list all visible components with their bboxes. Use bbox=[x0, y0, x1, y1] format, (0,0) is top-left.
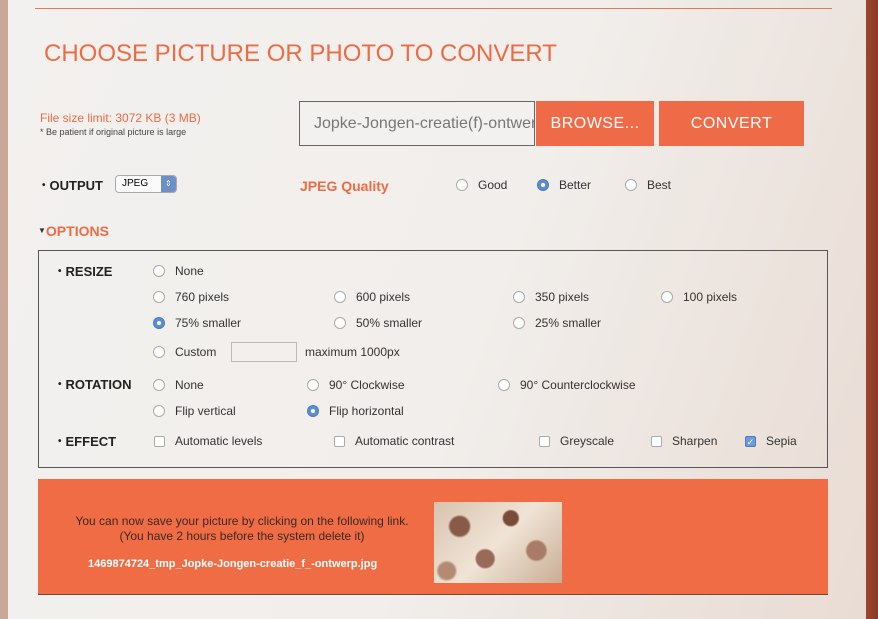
option-label: Custom bbox=[175, 345, 217, 359]
option-label: Good bbox=[478, 178, 508, 192]
radio[interactable] bbox=[625, 179, 637, 191]
options-toggle[interactable]: ▼OPTIONS bbox=[38, 223, 109, 239]
option-label: 90° Clockwise bbox=[329, 378, 405, 392]
file-size-limit: File size limit: 3072 KB (3 MB) bbox=[40, 111, 201, 125]
option-label: 50% smaller bbox=[356, 316, 423, 330]
radio[interactable] bbox=[513, 317, 525, 329]
file-input[interactable]: Jopke-Jongen-creatie(f)-ontwerp.jpg bbox=[299, 101, 535, 146]
radio[interactable] bbox=[498, 379, 510, 391]
options-label: OPTIONS bbox=[45, 223, 109, 239]
format-value: JPEG bbox=[122, 178, 149, 189]
radio[interactable] bbox=[513, 291, 525, 303]
resize-label: RESIZE bbox=[58, 264, 113, 279]
resize-25[interactable]: 25% smaller bbox=[513, 316, 601, 330]
option-label: Automatic levels bbox=[175, 434, 263, 448]
radio[interactable] bbox=[153, 379, 165, 391]
option-label: 25% smaller bbox=[535, 316, 602, 330]
resize-custom[interactable]: Custom bbox=[153, 345, 216, 359]
output-label: OUTPUT bbox=[42, 178, 103, 193]
option-label: 350 pixels bbox=[535, 290, 590, 304]
browse-button[interactable]: BROWSE... bbox=[536, 101, 654, 146]
option-label: Best bbox=[647, 178, 672, 192]
result-line1: You can now save your picture by clickin… bbox=[75, 514, 409, 528]
option-label: Flip horizontal bbox=[329, 404, 404, 418]
radio[interactable] bbox=[537, 179, 549, 191]
radio[interactable] bbox=[661, 291, 673, 303]
option-label: 100 pixels bbox=[683, 290, 738, 304]
chevron-updown-icon: ⇕ bbox=[161, 176, 176, 192]
option-label: Flip vertical bbox=[175, 404, 236, 418]
resize-760[interactable]: 760 pixels bbox=[153, 290, 229, 304]
radio[interactable] bbox=[307, 379, 319, 391]
resize-600[interactable]: 600 pixels bbox=[334, 290, 410, 304]
result-message: You can now save your picture by clickin… bbox=[72, 514, 412, 544]
radio[interactable] bbox=[334, 317, 346, 329]
option-label: Greyscale bbox=[560, 434, 615, 448]
option-label: Sepia bbox=[766, 434, 797, 448]
effect-sepia[interactable]: ✓ Sepia bbox=[745, 434, 797, 448]
option-label: 90° Counterclockwise bbox=[520, 378, 636, 392]
option-label: 600 pixels bbox=[356, 290, 411, 304]
resize-50[interactable]: 50% smaller bbox=[334, 316, 422, 330]
option-label: Automatic contrast bbox=[355, 434, 455, 448]
option-label: None bbox=[175, 378, 204, 392]
effect-levels[interactable]: Automatic levels bbox=[154, 434, 262, 448]
rotation-label: ROTATION bbox=[58, 377, 132, 392]
resize-75[interactable]: 75% smaller bbox=[153, 316, 241, 330]
effect-greyscale[interactable]: Greyscale bbox=[539, 434, 614, 448]
radio[interactable] bbox=[334, 291, 346, 303]
effect-label: EFFECT bbox=[58, 434, 117, 449]
effect-contrast[interactable]: Automatic contrast bbox=[334, 434, 454, 448]
radio[interactable] bbox=[153, 291, 165, 303]
resize-100[interactable]: 100 pixels bbox=[661, 290, 737, 304]
quality-good[interactable]: Good bbox=[456, 178, 507, 192]
page-title: CHOOSE PICTURE OR PHOTO TO CONVERT bbox=[44, 40, 557, 67]
radio[interactable] bbox=[153, 317, 165, 329]
flip-vertical[interactable]: Flip vertical bbox=[153, 404, 236, 418]
radio[interactable] bbox=[153, 346, 165, 358]
custom-size-input[interactable] bbox=[231, 342, 297, 362]
option-label: Sharpen bbox=[672, 434, 718, 448]
quality-best[interactable]: Best bbox=[625, 178, 671, 192]
download-link[interactable]: 1469874724_tmp_Jopke-Jongen-creatie_f_-o… bbox=[88, 558, 377, 570]
checkbox[interactable] bbox=[651, 435, 662, 447]
convert-button[interactable]: CONVERT bbox=[659, 101, 804, 146]
caret-down-icon: ▼ bbox=[38, 226, 46, 235]
rotation-ccw[interactable]: 90° Counterclockwise bbox=[498, 378, 636, 392]
flip-horizontal[interactable]: Flip horizontal bbox=[307, 404, 404, 418]
radio[interactable] bbox=[153, 405, 165, 417]
option-label: None bbox=[175, 264, 204, 278]
jpeg-quality-label: JPEG Quality bbox=[300, 178, 389, 194]
result-thumbnail[interactable] bbox=[434, 502, 562, 583]
checkmark-icon[interactable]: ✓ bbox=[745, 435, 756, 447]
divider bbox=[35, 8, 832, 9]
radio[interactable] bbox=[153, 265, 165, 277]
checkbox[interactable] bbox=[334, 435, 345, 447]
option-label: 760 pixels bbox=[175, 290, 230, 304]
output-format-select[interactable]: JPEG ⇕ bbox=[115, 175, 177, 193]
option-label: Better bbox=[559, 178, 592, 192]
resize-350[interactable]: 350 pixels bbox=[513, 290, 589, 304]
resize-none[interactable]: None bbox=[153, 264, 204, 278]
radio[interactable] bbox=[456, 179, 468, 191]
quality-better[interactable]: Better bbox=[537, 178, 591, 192]
checkbox[interactable] bbox=[539, 435, 550, 447]
rotation-cw[interactable]: 90° Clockwise bbox=[307, 378, 405, 392]
checkbox[interactable] bbox=[154, 435, 165, 447]
custom-max-note: maximum 1000px bbox=[305, 345, 400, 359]
patience-note: * Be patient if original picture is larg… bbox=[40, 127, 187, 137]
option-label: 75% smaller bbox=[175, 316, 242, 330]
radio[interactable] bbox=[307, 405, 319, 417]
rotation-none[interactable]: None bbox=[153, 378, 204, 392]
result-line2: (You have 2 hours before the system dele… bbox=[119, 529, 365, 543]
effect-sharpen[interactable]: Sharpen bbox=[651, 434, 717, 448]
